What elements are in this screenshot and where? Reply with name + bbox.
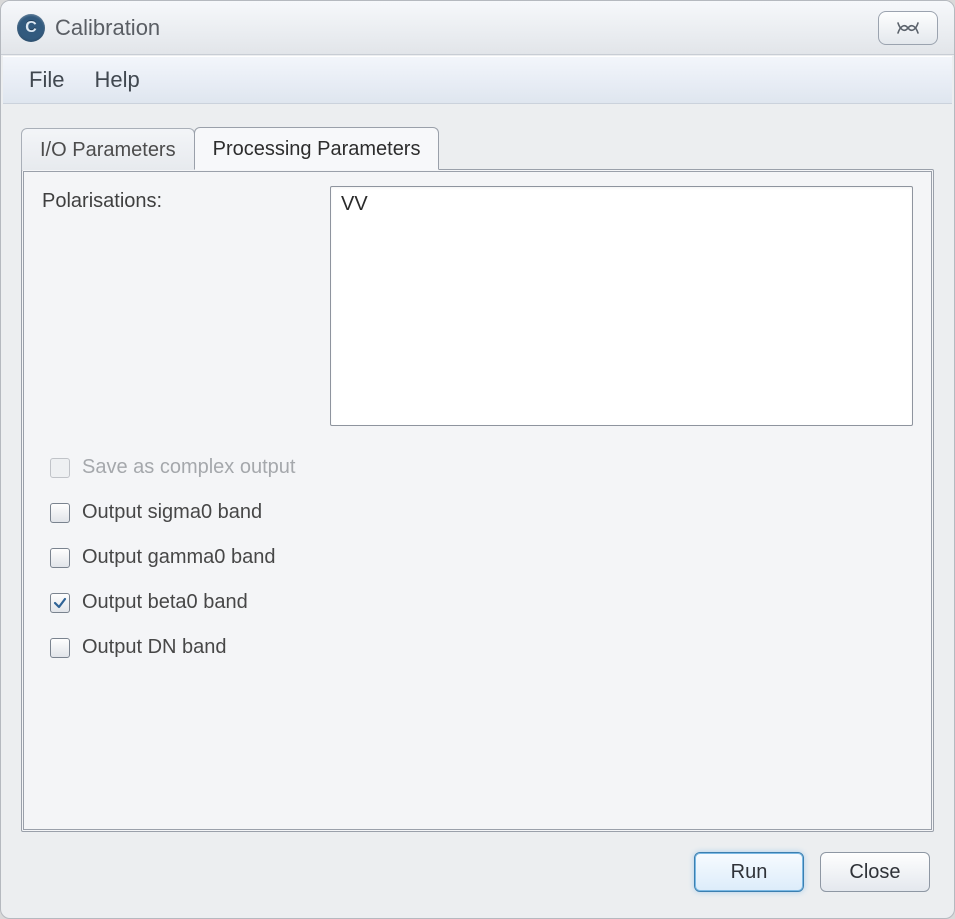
checkbox-output-dn[interactable]: Output DN band <box>50 636 913 659</box>
checkbox-label: Output beta0 band <box>82 591 248 614</box>
window-title: Calibration <box>55 15 160 41</box>
app-icon: C <box>17 14 45 42</box>
run-button[interactable]: Run <box>694 852 804 892</box>
tab-row: I/O Parameters Processing Parameters <box>21 126 934 169</box>
polarisations-label: Polarisations: <box>42 186 302 213</box>
check-icon <box>53 596 67 610</box>
menu-bar: File Help <box>3 56 952 104</box>
checkbox-box <box>50 458 70 478</box>
checkbox-output-beta0[interactable]: Output beta0 band <box>50 591 913 614</box>
checkbox-label: Output sigma0 band <box>82 501 262 524</box>
list-item[interactable]: VV <box>339 191 904 218</box>
menu-help[interactable]: Help <box>88 63 145 97</box>
close-window-button[interactable] <box>878 11 938 45</box>
button-bar: Run Close <box>1 832 954 918</box>
checkbox-box <box>50 503 70 523</box>
checkbox-output-gamma0[interactable]: Output gamma0 band <box>50 546 913 569</box>
checkbox-box <box>50 548 70 568</box>
content-area: I/O Parameters Processing Parameters Pol… <box>1 104 954 832</box>
checkbox-group: Save as complex output Output sigma0 ban… <box>42 456 913 659</box>
menu-file[interactable]: File <box>23 63 70 97</box>
checkbox-label: Output gamma0 band <box>82 546 275 569</box>
checkbox-label: Save as complex output <box>82 456 295 479</box>
checkbox-box <box>50 593 70 613</box>
title-bar: C Calibration <box>1 1 954 55</box>
calibration-dialog: C Calibration File Help I/O Parameters P… <box>0 0 955 919</box>
tab-processing-parameters[interactable]: Processing Parameters <box>194 127 440 170</box>
polarisations-listbox[interactable]: VV <box>330 186 913 426</box>
checkbox-save-complex: Save as complex output <box>50 456 913 479</box>
close-button[interactable]: Close <box>820 852 930 892</box>
checkbox-output-sigma0[interactable]: Output sigma0 band <box>50 501 913 524</box>
tab-io-parameters[interactable]: I/O Parameters <box>21 128 195 170</box>
checkbox-label: Output DN band <box>82 636 227 659</box>
processing-parameters-panel: Polarisations: VV Save as complex output <box>21 169 934 832</box>
checkbox-box <box>50 638 70 658</box>
close-icon <box>894 19 922 37</box>
